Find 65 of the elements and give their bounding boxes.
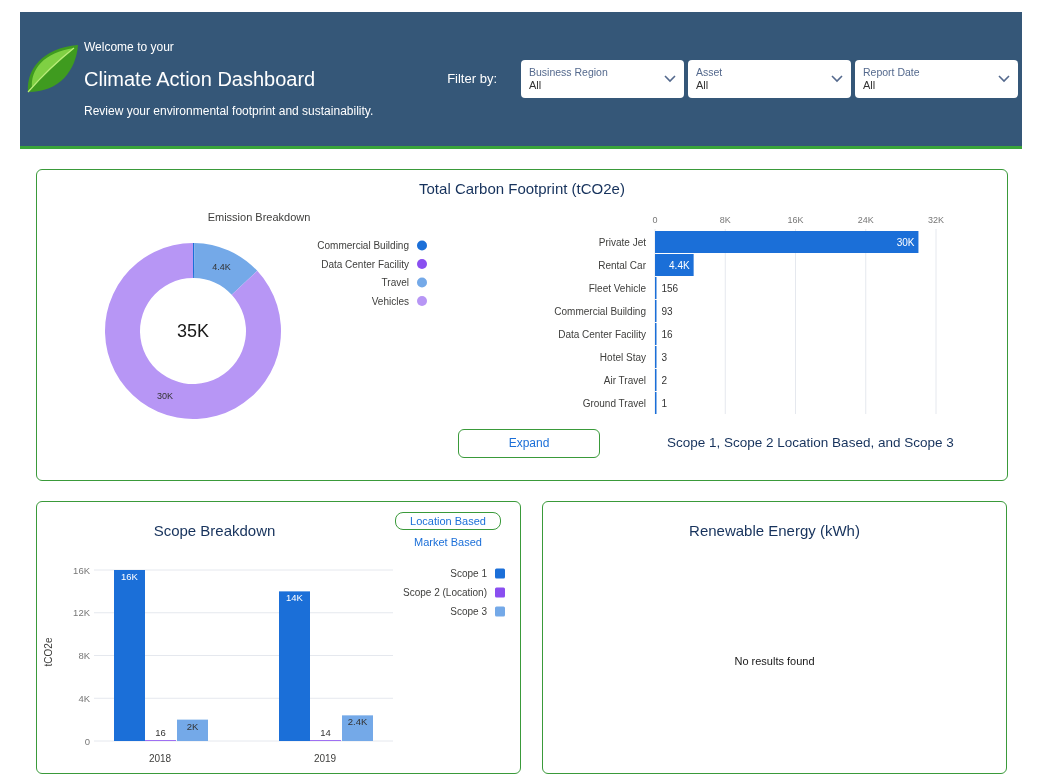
axis-label: 0	[652, 214, 658, 225]
dashboard-subtitle: Review your environmental footprint and sustainability.	[84, 103, 375, 120]
category-label: Fleet Vehicle	[588, 282, 646, 293]
category-label: Hotel Stay	[599, 351, 646, 362]
bar-value-label: 2	[661, 374, 668, 385]
chevron-down-icon	[831, 75, 843, 83]
axis-label: 12K	[73, 607, 90, 619]
bar-value-label: 4.4K	[669, 259, 690, 270]
bar-value-label: 16K	[121, 571, 138, 582]
category-label: Private Jet	[598, 236, 646, 247]
bar-value-label: 2K	[186, 720, 199, 732]
category-label: Ground Travel	[582, 397, 646, 408]
slice-value-label: 30K	[156, 390, 173, 401]
axis-label: 8K	[78, 650, 90, 661]
bar-value-label: 14K	[286, 592, 303, 604]
legend-label: Commercial Building	[317, 239, 409, 251]
category-label: Rental Car	[598, 259, 646, 270]
category-label: Commercial Building	[554, 305, 646, 316]
filter-dropdown[interactable]: Asset All	[688, 60, 851, 98]
legend-label: Scope 3	[450, 606, 487, 617]
legend-label: Travel	[381, 276, 409, 288]
bar-value-label: 93	[661, 305, 673, 316]
axis-label: 2018	[148, 753, 172, 764]
axis-label: 0	[84, 735, 90, 747]
empty-message: No results found	[734, 653, 815, 669]
legend-label: Scope 2 (Location)	[403, 587, 487, 598]
dashboard-title: Climate Action Dashboard	[84, 67, 317, 92]
scope-toggle[interactable]: Market Based	[399, 533, 497, 551]
legend-label: Scope 1	[450, 568, 487, 579]
filter-dropdown[interactable]: Report Date All	[855, 60, 1018, 98]
bar-value-label: 14	[320, 727, 331, 739]
chart-caption: Scope 1, Scope 2 Location Based, and Scope 3	[667, 433, 954, 452]
scope-toggle[interactable]: Location Based	[395, 512, 501, 530]
bar-value-label: 156	[661, 282, 679, 293]
greeting-text: Welcome to your	[84, 39, 175, 56]
axis-label: 8K	[719, 214, 731, 225]
bar-value-label: 2.4K	[347, 716, 368, 728]
legend-label: Vehicles	[371, 295, 409, 306]
bar-value-label: 1	[661, 397, 668, 408]
chart-title: Emission Breakdown	[207, 210, 311, 223]
filter-label: Filter by:	[447, 70, 497, 89]
bar-value-label: 3	[661, 351, 668, 362]
chevron-down-icon	[998, 75, 1010, 83]
chevron-down-icon	[664, 75, 676, 83]
legend-label: Data Center Facility	[321, 258, 409, 269]
leaf-icon	[27, 45, 78, 93]
donut-total: 35K	[177, 320, 209, 341]
card-title: Renewable Energy (kWh)	[689, 521, 860, 541]
bar-value-label: 16	[661, 328, 673, 339]
bar-value-label: 30K	[896, 236, 915, 247]
axis-label: 4K	[78, 692, 90, 704]
filter-dropdown[interactable]: Business Region All	[521, 60, 684, 98]
slice-value-label: 4.4K	[212, 261, 231, 272]
axis-label: 24K	[857, 214, 874, 225]
axis-label: 2019	[313, 753, 337, 764]
bar-value-label: 16	[155, 727, 166, 739]
card-title: Total Carbon Footprint (tCO2e)	[419, 180, 625, 197]
axis-title: tCO2e	[43, 637, 54, 667]
expand-button[interactable]: Expand	[458, 428, 600, 458]
category-label: Data Center Facility	[558, 328, 646, 339]
axis-label: 16K	[787, 214, 804, 225]
category-label: Air Travel	[603, 374, 646, 385]
axis-label: 16K	[73, 564, 90, 576]
card-title: Scope Breakdown	[153, 522, 276, 539]
axis-label: 32K	[928, 214, 944, 225]
